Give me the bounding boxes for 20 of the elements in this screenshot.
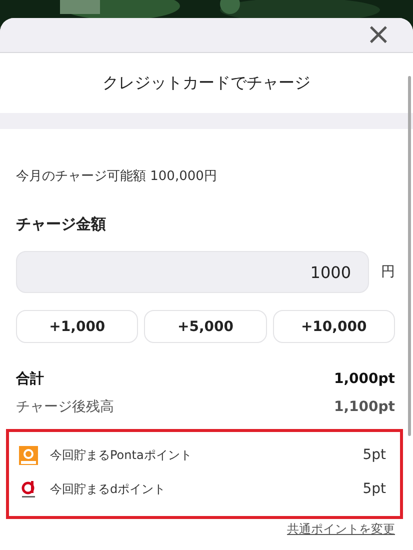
currency-unit: 円: [381, 263, 395, 281]
points-label: 今回貯まるdポイント: [50, 480, 167, 498]
close-button[interactable]: ×: [366, 20, 391, 50]
total-label: 合計: [16, 370, 44, 388]
total-value: 1,000pt: [334, 371, 395, 387]
points-value: 5pt: [362, 447, 386, 463]
balance-value: 1,100pt: [334, 399, 395, 415]
quick-amount-button[interactable]: +10,000: [272, 310, 395, 343]
points-value: 5pt: [362, 481, 386, 497]
d-point-logo-icon: [19, 480, 38, 498]
amount-field[interactable]: 1000: [16, 251, 369, 293]
balance-label: チャージ後残高: [16, 398, 114, 416]
charge-limit-text: 今月のチャージ可能額 100,000円: [16, 168, 218, 185]
ponta-logo-icon: [19, 446, 38, 464]
points-label: 今回貯まるPontaポイント: [50, 446, 193, 464]
quick-amount-button[interactable]: +5,000: [144, 310, 267, 343]
sheet-title: クレジットカードでチャージ: [102, 72, 312, 94]
change-points-link[interactable]: 共通ポイントを変更: [287, 521, 395, 538]
amount-label: チャージ金額: [16, 215, 107, 234]
quick-amount-button[interactable]: +1,000: [16, 310, 138, 343]
